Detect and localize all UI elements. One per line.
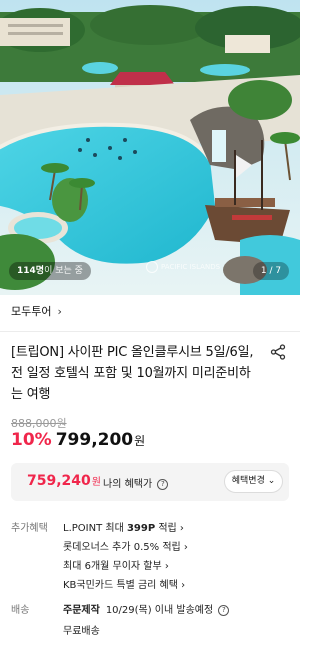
sale-price-value: 799,200: [55, 430, 134, 450]
delivery-fee: 무료배송: [63, 626, 100, 637]
benefit-label: 나의 혜택가 ?: [103, 475, 169, 490]
delivery-schedule: 주문제작 10/29(목) 이내 발송예정 ?: [63, 601, 230, 616]
benefit-price: 759,240원: [27, 473, 101, 489]
price-row: 10% 799,200원: [11, 430, 145, 450]
benefit-item-lotte-owners[interactable]: 롯데오너스 추가 0.5% 적립 ›: [63, 538, 188, 557]
benefit-item-text: 최대 6개월 무이자 할부 ›: [63, 561, 169, 572]
extra-benefits-label: 추가혜택: [11, 523, 48, 534]
benefit-item-lpoint[interactable]: L.POINT 최대 399P 적립 ›: [63, 519, 188, 538]
sale-price-unit: 원: [134, 434, 146, 448]
help-icon[interactable]: ?: [218, 605, 230, 616]
chevron-right-icon: ›: [57, 304, 62, 318]
watermark-logo-icon: [146, 261, 158, 273]
benefit-item-text: L.POINT 최대: [63, 523, 127, 534]
original-price: 888,000원: [11, 417, 67, 430]
delivery-date: 10/29(목) 이내 발송예정: [105, 605, 214, 616]
share-icon[interactable]: [270, 344, 286, 360]
benefit-item-installment[interactable]: 최대 6개월 무이자 할부 ›: [63, 557, 188, 576]
divider: [0, 331, 300, 332]
resort-pool-photo: [0, 0, 300, 295]
product-title: [트립ON] 사이판 PIC 올인클루시브 5일/6일, 전 일정 호텔식 포함…: [11, 345, 254, 402]
extra-benefits-list: L.POINT 최대 399P 적립 › 롯데오너스 추가 0.5% 적립 › …: [63, 519, 188, 595]
benefit-label-text: 나의 혜택가: [103, 479, 153, 490]
viewers-badge: 114명이 보는 중: [9, 262, 91, 280]
watermark-text: PACIFIC ISLANDS: [161, 263, 221, 271]
benefit-item-suffix: 적립 ›: [155, 523, 184, 534]
viewers-count: 114명: [17, 266, 45, 276]
product-hero-image[interactable]: 114명이 보는 중 PACIFIC ISLANDS 1 / 7: [0, 0, 300, 295]
benefit-price-value: 759,240: [27, 473, 91, 489]
delivery-label: 배송: [11, 605, 30, 616]
benefit-item-bold: 399P: [126, 523, 156, 534]
my-benefit-box: 759,240원 나의 혜택가 ? 혜택변경 ⌄: [11, 463, 289, 501]
sale-price: 799,200원: [56, 430, 145, 450]
discount-rate: 10%: [11, 430, 52, 450]
image-counter: 1 / 7: [253, 262, 289, 280]
help-icon[interactable]: ?: [157, 479, 169, 490]
benefit-price-unit: 원: [91, 477, 101, 488]
image-watermark: PACIFIC ISLANDS: [146, 261, 220, 273]
benefit-item-text: KB국민카드 특별 금리 혜택 ›: [63, 580, 186, 591]
benefit-item-kb-card[interactable]: KB국민카드 특별 금리 혜택 ›: [63, 576, 188, 595]
seller-link[interactable]: 모두투어 ›: [11, 303, 62, 319]
benefit-item-text: 롯데오너스 추가 0.5% 적립 ›: [63, 542, 188, 553]
change-benefit-button[interactable]: 혜택변경 ⌄: [224, 470, 283, 493]
viewers-suffix: 이 보는 중: [44, 266, 83, 276]
seller-name: 모두투어: [11, 305, 52, 318]
delivery-type: 주문제작: [63, 605, 100, 616]
